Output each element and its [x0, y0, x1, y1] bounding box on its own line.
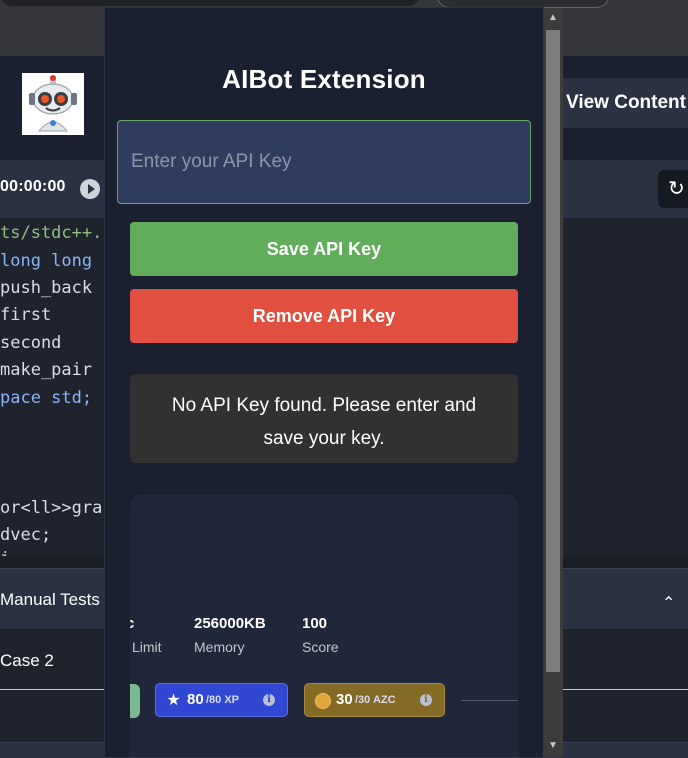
card-divider [461, 700, 518, 701]
score-value: 100 [302, 615, 328, 632]
code-line: long long [0, 251, 93, 271]
chevron-up-icon[interactable]: ⌃ [662, 593, 675, 613]
play-button[interactable] [80, 179, 100, 199]
extension-popup: AIBot Extension Save API Key Remove API … [105, 8, 543, 757]
info-icon[interactable]: i [420, 694, 432, 706]
xp-max: /80 XP [206, 694, 240, 706]
info-icon[interactable]: i [263, 694, 275, 706]
difficulty-badge [130, 684, 140, 718]
browser-tab-strip [0, 0, 420, 6]
scrollbar-thumb[interactable] [546, 30, 560, 672]
code-line: or<ll>>gra [0, 498, 103, 518]
code-line: second [0, 333, 62, 353]
star-icon: ★ [166, 692, 181, 709]
scroll-down-icon[interactable]: ▼ [543, 738, 563, 754]
azc-value: 30 [336, 691, 353, 708]
robot-logo [22, 73, 84, 135]
test-case-label: Case 2 [0, 651, 54, 670]
robot-icon [29, 75, 77, 132]
refresh-icon: ↻ [668, 178, 685, 200]
save-api-key-button[interactable]: Save API Key [130, 222, 518, 276]
code-line: make_pair [0, 360, 93, 380]
azc-badge: 30 /30 AZC i [304, 683, 445, 717]
azc-max: /30 AZC [355, 694, 396, 706]
view-content-button[interactable]: View Content [560, 78, 688, 128]
code-line: pace std; [0, 388, 93, 408]
refresh-button[interactable]: ↻ [658, 170, 688, 208]
code-line: dvec; [0, 525, 52, 545]
time-limit-label: Limit [132, 639, 162, 655]
scroll-up-icon[interactable]: ▲ [543, 10, 563, 26]
score-label: Score [302, 639, 339, 655]
code-line: first [0, 305, 52, 325]
popup-title: AIBot Extension [222, 64, 426, 94]
xp-badge: ★ 80 /80 XP i [155, 683, 288, 717]
coin-icon [315, 693, 331, 709]
code-line: push_back [0, 278, 93, 298]
manual-tests-label: Manual Tests [0, 590, 100, 609]
remove-api-key-button[interactable]: Remove API Key [130, 289, 518, 343]
xp-value: 80 [187, 691, 204, 708]
browser-tab[interactable] [436, 0, 610, 8]
memory-label: Memory [194, 639, 245, 655]
timer-display: 00:00:00 [0, 178, 66, 195]
status-message: No API Key found. Please enter and save … [130, 374, 518, 463]
api-key-input[interactable] [117, 120, 531, 204]
time-limit-value: c [130, 615, 135, 632]
code-line: ts/stdc++. [0, 223, 103, 243]
problem-info-card: c Limit 256000KB Memory 100 Score ★ 80 /… [130, 494, 518, 757]
memory-value: 256000KB [194, 615, 266, 632]
